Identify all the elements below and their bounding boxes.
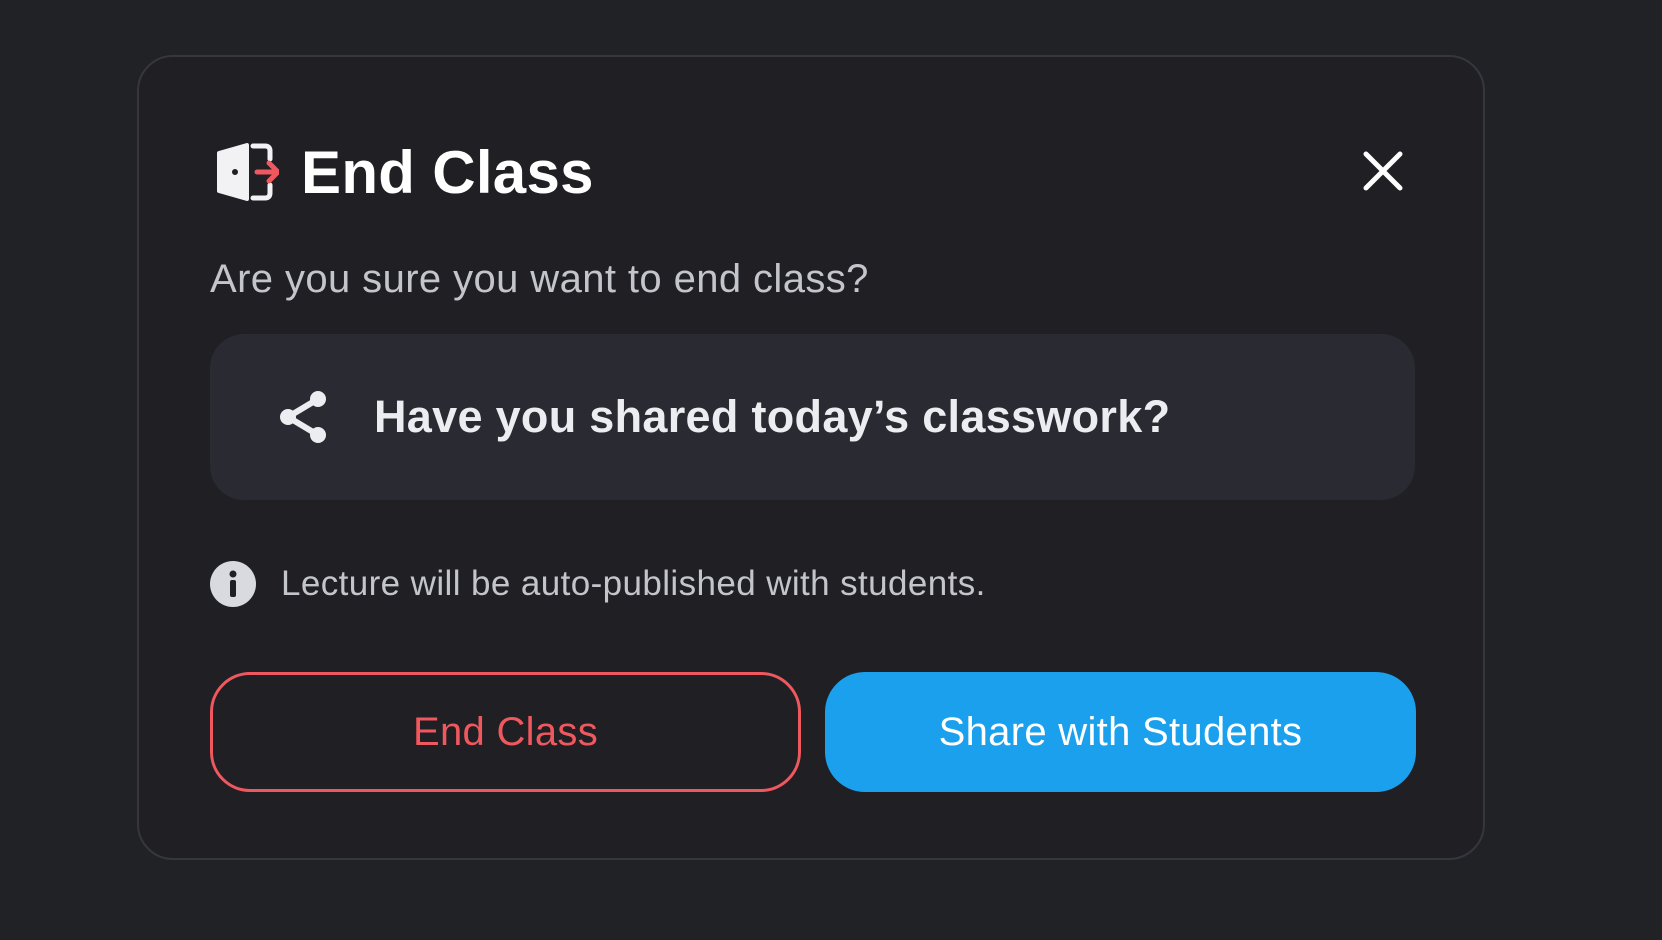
share-prompt-text: Have you shared today’s classwork? [374, 391, 1171, 442]
dialog-header: End Class [213, 137, 594, 207]
dialog-title: End Class [301, 138, 594, 206]
end-class-button-label: End Class [412, 709, 598, 754]
dialog-subtitle: Are you sure you want to end class? [210, 257, 869, 301]
info-icon [210, 561, 256, 607]
info-note: Lecture will be auto-published with stud… [210, 560, 986, 608]
share-icon [276, 389, 330, 445]
share-with-students-button-label: Share with Students [938, 709, 1303, 754]
share-with-students-button[interactable]: Share with Students [825, 672, 1416, 792]
info-text: Lecture will be auto-published with stud… [281, 564, 986, 603]
close-button[interactable] [1361, 149, 1405, 193]
share-prompt-card: Have you shared today’s classwork? [210, 334, 1415, 500]
door-exit-icon [213, 139, 279, 205]
end-class-button[interactable]: End Class [210, 672, 801, 792]
close-icon [1363, 151, 1403, 191]
end-class-dialog: End Class Are you sure you want to end c… [137, 55, 1485, 860]
